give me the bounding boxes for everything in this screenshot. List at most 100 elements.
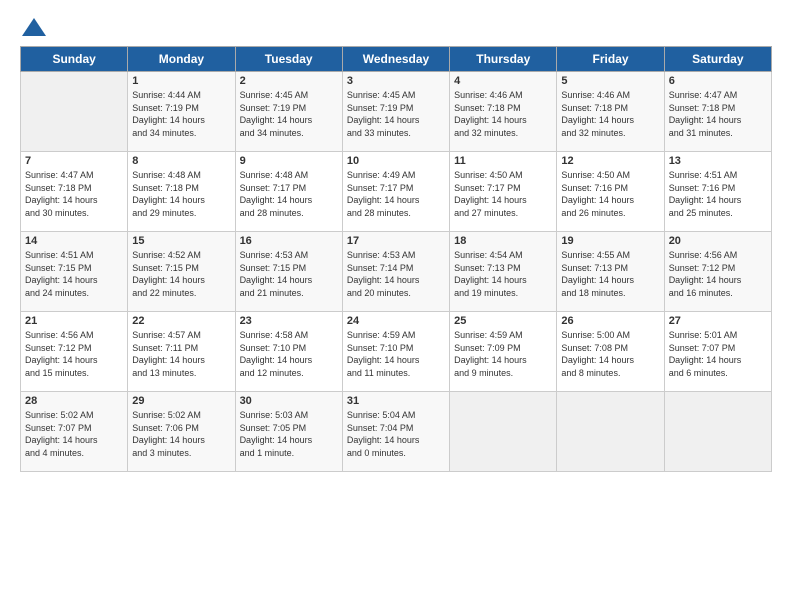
day-info: Sunrise: 5:02 AM Sunset: 7:07 PM Dayligh… xyxy=(25,409,123,459)
logo xyxy=(20,18,46,36)
day-number: 29 xyxy=(132,395,230,407)
day-number: 7 xyxy=(25,155,123,167)
day-info: Sunrise: 4:56 AM Sunset: 7:12 PM Dayligh… xyxy=(25,329,123,379)
day-info: Sunrise: 4:47 AM Sunset: 7:18 PM Dayligh… xyxy=(25,169,123,219)
day-number: 2 xyxy=(240,75,338,87)
calendar-cell: 2Sunrise: 4:45 AM Sunset: 7:19 PM Daylig… xyxy=(235,72,342,152)
weekday-sunday: Sunday xyxy=(21,47,128,72)
calendar-cell xyxy=(450,392,557,472)
day-info: Sunrise: 4:53 AM Sunset: 7:14 PM Dayligh… xyxy=(347,249,445,299)
day-info: Sunrise: 4:53 AM Sunset: 7:15 PM Dayligh… xyxy=(240,249,338,299)
day-info: Sunrise: 5:00 AM Sunset: 7:08 PM Dayligh… xyxy=(561,329,659,379)
calendar-cell: 3 Sunrise: 4:45 AM Sunset: 7:19 PM Daylig… xyxy=(342,72,449,152)
calendar-cell: 13 Sunrise: 4:51 AM Sunset: 7:16 PM Dayli… xyxy=(664,152,771,232)
calendar-cell: 1Sunrise: 4:44 AM Sunset: 7:19 PM Daylig… xyxy=(128,72,235,152)
day-number: 4 xyxy=(454,75,552,87)
day-number: 5 xyxy=(561,75,659,87)
day-number: 21 xyxy=(25,315,123,327)
day-number: 13 xyxy=(669,155,767,167)
calendar-cell: 11Sunrise: 4:50 AM Sunset: 7:17 PM Dayli… xyxy=(450,152,557,232)
weekday-thursday: Thursday xyxy=(450,47,557,72)
weekday-friday: Friday xyxy=(557,47,664,72)
calendar-cell: 24 Sunrise: 4:59 AM Sunset: 7:10 PM Dayli… xyxy=(342,312,449,392)
day-number: 3 xyxy=(347,75,445,87)
weekday-tuesday: Tuesday xyxy=(235,47,342,72)
week-row-5: 28 Sunrise: 5:02 AM Sunset: 7:07 PM Dayli… xyxy=(21,392,772,472)
day-info: Sunrise: 4:54 AM Sunset: 7:13 PM Dayligh… xyxy=(454,249,552,299)
day-number: 19 xyxy=(561,235,659,247)
week-row-3: 14Sunrise: 4:51 AM Sunset: 7:15 PM Dayli… xyxy=(21,232,772,312)
day-number: 6 xyxy=(669,75,767,87)
day-number: 23 xyxy=(240,315,338,327)
calendar-cell: 19Sunrise: 4:55 AM Sunset: 7:13 PM Dayli… xyxy=(557,232,664,312)
weekday-header-row: SundayMondayTuesdayWednesdayThursdayFrid… xyxy=(21,47,772,72)
calendar-cell: 6 Sunrise: 4:47 AM Sunset: 7:18 PM Daylig… xyxy=(664,72,771,152)
day-info: Sunrise: 4:50 AM Sunset: 7:16 PM Dayligh… xyxy=(561,169,659,219)
day-number: 27 xyxy=(669,315,767,327)
day-info: Sunrise: 4:59 AM Sunset: 7:10 PM Dayligh… xyxy=(347,329,445,379)
calendar-cell: 10 Sunrise: 4:49 AM Sunset: 7:17 PM Dayli… xyxy=(342,152,449,232)
day-info: Sunrise: 4:58 AM Sunset: 7:10 PM Dayligh… xyxy=(240,329,338,379)
calendar-cell: 17 Sunrise: 4:53 AM Sunset: 7:14 PM Dayli… xyxy=(342,232,449,312)
weekday-monday: Monday xyxy=(128,47,235,72)
calendar-cell: 7 Sunrise: 4:47 AM Sunset: 7:18 PM Daylig… xyxy=(21,152,128,232)
day-info: Sunrise: 4:57 AM Sunset: 7:11 PM Dayligh… xyxy=(132,329,230,379)
day-info: Sunrise: 4:51 AM Sunset: 7:15 PM Dayligh… xyxy=(25,249,123,299)
day-info: Sunrise: 4:47 AM Sunset: 7:18 PM Dayligh… xyxy=(669,89,767,139)
day-number: 8 xyxy=(132,155,230,167)
calendar-cell: 26 Sunrise: 5:00 AM Sunset: 7:08 PM Dayli… xyxy=(557,312,664,392)
day-number: 16 xyxy=(240,235,338,247)
calendar-cell: 15 Sunrise: 4:52 AM Sunset: 7:15 PM Dayli… xyxy=(128,232,235,312)
calendar-cell: 12 Sunrise: 4:50 AM Sunset: 7:16 PM Dayli… xyxy=(557,152,664,232)
day-number: 22 xyxy=(132,315,230,327)
day-info: Sunrise: 4:51 AM Sunset: 7:16 PM Dayligh… xyxy=(669,169,767,219)
calendar-cell: 4 Sunrise: 4:46 AM Sunset: 7:18 PM Daylig… xyxy=(450,72,557,152)
day-info: Sunrise: 4:48 AM Sunset: 7:17 PM Dayligh… xyxy=(240,169,338,219)
day-info: Sunrise: 4:49 AM Sunset: 7:17 PM Dayligh… xyxy=(347,169,445,219)
logo-icon xyxy=(22,18,46,36)
calendar-cell: 27 Sunrise: 5:01 AM Sunset: 7:07 PM Dayli… xyxy=(664,312,771,392)
calendar: SundayMondayTuesdayWednesdayThursdayFrid… xyxy=(20,46,772,472)
day-number: 15 xyxy=(132,235,230,247)
day-number: 20 xyxy=(669,235,767,247)
calendar-cell xyxy=(21,72,128,152)
weekday-wednesday: Wednesday xyxy=(342,47,449,72)
calendar-cell: 14Sunrise: 4:51 AM Sunset: 7:15 PM Dayli… xyxy=(21,232,128,312)
calendar-cell xyxy=(557,392,664,472)
calendar-cell: 23 Sunrise: 4:58 AM Sunset: 7:10 PM Dayli… xyxy=(235,312,342,392)
calendar-cell: 30Sunrise: 5:03 AM Sunset: 7:05 PM Dayli… xyxy=(235,392,342,472)
day-number: 9 xyxy=(240,155,338,167)
day-number: 24 xyxy=(347,315,445,327)
day-info: Sunrise: 5:02 AM Sunset: 7:06 PM Dayligh… xyxy=(132,409,230,459)
day-info: Sunrise: 5:04 AM Sunset: 7:04 PM Dayligh… xyxy=(347,409,445,459)
calendar-cell: 18 Sunrise: 4:54 AM Sunset: 7:13 PM Dayli… xyxy=(450,232,557,312)
day-info: Sunrise: 5:01 AM Sunset: 7:07 PM Dayligh… xyxy=(669,329,767,379)
calendar-cell: 16 Sunrise: 4:53 AM Sunset: 7:15 PM Dayli… xyxy=(235,232,342,312)
calendar-cell: 22 Sunrise: 4:57 AM Sunset: 7:11 PM Dayli… xyxy=(128,312,235,392)
calendar-cell: 29 Sunrise: 5:02 AM Sunset: 7:06 PM Dayli… xyxy=(128,392,235,472)
day-info: Sunrise: 5:03 AM Sunset: 7:05 PM Dayligh… xyxy=(240,409,338,459)
week-row-1: 1Sunrise: 4:44 AM Sunset: 7:19 PM Daylig… xyxy=(21,72,772,152)
day-number: 25 xyxy=(454,315,552,327)
day-info: Sunrise: 4:56 AM Sunset: 7:12 PM Dayligh… xyxy=(669,249,767,299)
calendar-cell: 9 Sunrise: 4:48 AM Sunset: 7:17 PM Daylig… xyxy=(235,152,342,232)
header xyxy=(20,18,772,36)
calendar-cell: 5Sunrise: 4:46 AM Sunset: 7:18 PM Daylig… xyxy=(557,72,664,152)
day-number: 18 xyxy=(454,235,552,247)
day-number: 11 xyxy=(454,155,552,167)
page: SundayMondayTuesdayWednesdayThursdayFrid… xyxy=(0,0,792,612)
day-info: Sunrise: 4:48 AM Sunset: 7:18 PM Dayligh… xyxy=(132,169,230,219)
day-info: Sunrise: 4:46 AM Sunset: 7:18 PM Dayligh… xyxy=(454,89,552,139)
calendar-cell: 20 Sunrise: 4:56 AM Sunset: 7:12 PM Dayli… xyxy=(664,232,771,312)
week-row-4: 21 Sunrise: 4:56 AM Sunset: 7:12 PM Dayli… xyxy=(21,312,772,392)
calendar-cell: 25Sunrise: 4:59 AM Sunset: 7:09 PM Dayli… xyxy=(450,312,557,392)
day-number: 31 xyxy=(347,395,445,407)
day-number: 28 xyxy=(25,395,123,407)
day-number: 17 xyxy=(347,235,445,247)
day-number: 10 xyxy=(347,155,445,167)
day-info: Sunrise: 4:52 AM Sunset: 7:15 PM Dayligh… xyxy=(132,249,230,299)
day-info: Sunrise: 4:45 AM Sunset: 7:19 PM Dayligh… xyxy=(347,89,445,139)
weekday-saturday: Saturday xyxy=(664,47,771,72)
day-number: 26 xyxy=(561,315,659,327)
day-number: 12 xyxy=(561,155,659,167)
